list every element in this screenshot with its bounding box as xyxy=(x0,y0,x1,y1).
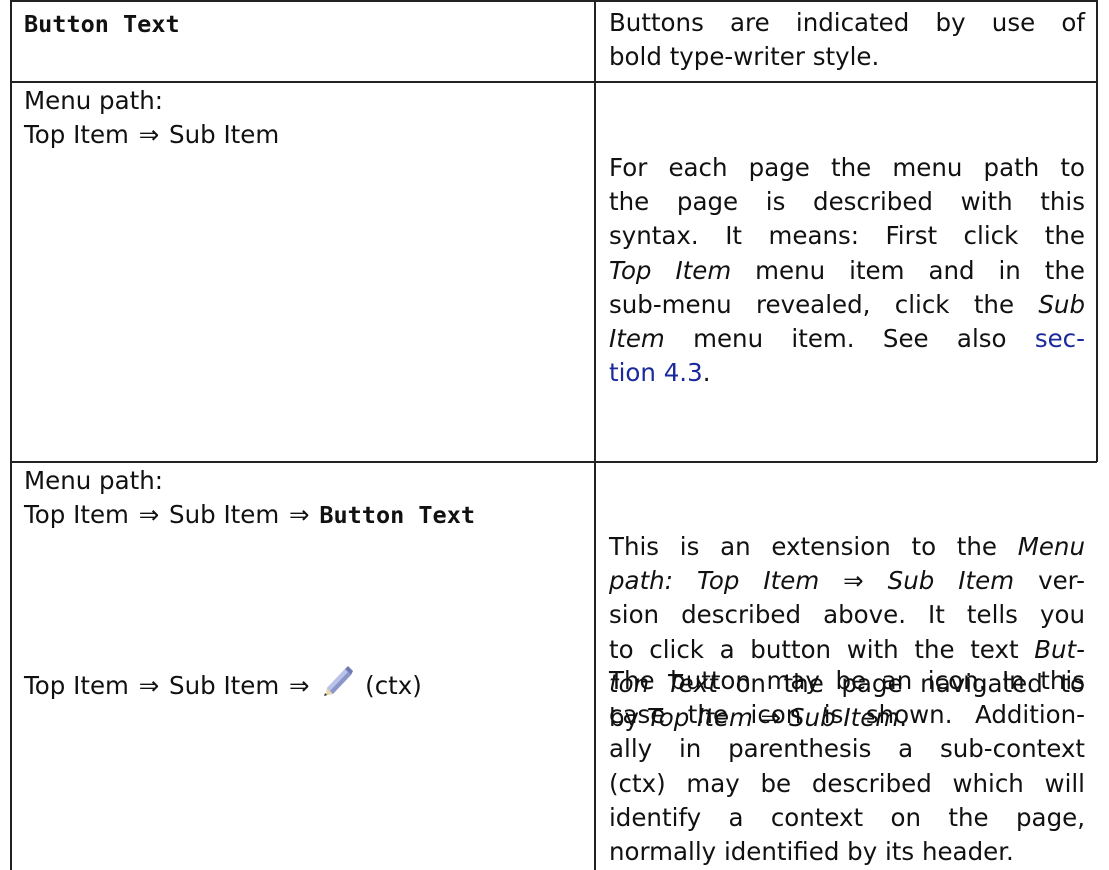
sub-item-text: Sub Item xyxy=(169,120,280,150)
description-line: case the icon is shown. Addition- xyxy=(609,700,1085,730)
arrow-icon: ⇒ xyxy=(289,500,310,530)
table-border-right xyxy=(1096,82,1098,462)
description-text: This is an extension to the xyxy=(609,532,1018,561)
italic-term: Menu xyxy=(1017,532,1085,561)
arrow-icon: ⇒ xyxy=(138,120,160,150)
table-border-left xyxy=(10,0,12,870)
menu-path-label: Menu path: xyxy=(24,86,164,115)
menu-path: Top Item ⇒ Sub Item ⇒ Button Text xyxy=(24,498,594,532)
term-cell: Button Text xyxy=(24,7,594,41)
table-rule-top xyxy=(10,0,1097,2)
pencil-icon xyxy=(321,664,355,698)
term-cell: Menu path: Top Item ⇒ Sub Item xyxy=(24,84,594,152)
description-line: bold type-writer style. xyxy=(609,42,880,72)
menu-path: Top Item ⇒ Sub Item xyxy=(24,118,594,152)
description-text: ver- xyxy=(1014,566,1085,596)
arrow-icon: ⇒ xyxy=(289,671,310,700)
top-item-text: Top Item xyxy=(24,671,129,700)
sub-item-text: Sub Item xyxy=(169,671,280,700)
definition-table: Button Text Buttons are indicated by use… xyxy=(0,0,1109,870)
table-rule xyxy=(10,461,1097,463)
button-text-sample: Button Text xyxy=(24,10,180,38)
description-line: sub-menu revealed, click the Sub xyxy=(609,288,1085,322)
description-line: to click a button with the text But- xyxy=(609,633,1085,667)
menu-path-label: Menu path: xyxy=(24,466,164,495)
italic-term: Item xyxy=(609,324,665,354)
arrow-icon: ⇒ xyxy=(138,671,160,700)
description-line: normally identified by its header. xyxy=(609,837,1014,867)
context-text: (ctx) xyxy=(365,671,422,700)
description-text: menu item and in the xyxy=(731,255,1085,285)
description-line: sion described above. It tells you xyxy=(609,600,1085,630)
description-cell: Buttons are indicated by use of bold typ… xyxy=(609,6,1085,74)
term-cell: Menu path: Top Item ⇒ Sub Item ⇒ Button … xyxy=(24,464,594,532)
arrow-icon: ⇒ xyxy=(138,500,160,530)
description-line: Top Item menu item and in the xyxy=(609,254,1085,288)
description-text: . xyxy=(702,358,711,388)
description-line: syntax. It means: First click the xyxy=(609,221,1085,251)
top-item-text: Top Item xyxy=(24,120,129,150)
italic-term: Sub xyxy=(1038,289,1085,319)
table-column-divider xyxy=(594,0,596,870)
description-line: ally in parenthesis a sub-context xyxy=(609,734,1085,764)
italic-term: Top Item xyxy=(609,255,732,285)
description-text: menu item. See also xyxy=(664,324,1035,354)
description-line: the page is described with this xyxy=(609,187,1085,217)
description-line: tion 4.3. xyxy=(609,356,1085,390)
section-link[interactable]: sec- xyxy=(1035,324,1085,353)
description-line: identify a context on the page, xyxy=(609,802,1085,832)
description-line: This is an extension to the Menu xyxy=(609,530,1085,564)
description-line: Buttons are indicated by use of xyxy=(609,8,1085,37)
table-border-right xyxy=(1096,0,1098,82)
italic-term: But- xyxy=(1034,634,1085,664)
description-line: The button may be an icon. In this xyxy=(609,666,1085,695)
description-cell: For each page the menu path to the page … xyxy=(609,151,1085,390)
description-line: path: Top Item ⇒ Sub Item ver- xyxy=(609,564,1085,598)
top-item-text: Top Item xyxy=(24,500,129,530)
sub-item-text: Sub Item xyxy=(169,500,280,530)
description-text: sub-menu revealed, click the xyxy=(609,289,1039,319)
description-text: to click a button with the text xyxy=(609,634,1035,664)
section-link[interactable]: tion 4.3 xyxy=(609,358,703,387)
description-line: Item menu item. See also sec- xyxy=(609,322,1085,356)
term-cell: Top Item ⇒ Sub Item ⇒ (ctx) xyxy=(24,664,594,703)
description-line: For each page the menu path to xyxy=(609,153,1085,182)
menu-path: Top Item ⇒ Sub Item ⇒ (ctx) xyxy=(24,664,594,703)
description-cell: The button may be an icon. In this case … xyxy=(609,664,1085,869)
button-text-sample: Button Text xyxy=(319,501,475,530)
table-rule xyxy=(10,81,1097,83)
description-line: (ctx) may be described which will xyxy=(609,768,1085,798)
italic-term: path: Top Item ⇒ Sub Item xyxy=(609,566,1015,596)
